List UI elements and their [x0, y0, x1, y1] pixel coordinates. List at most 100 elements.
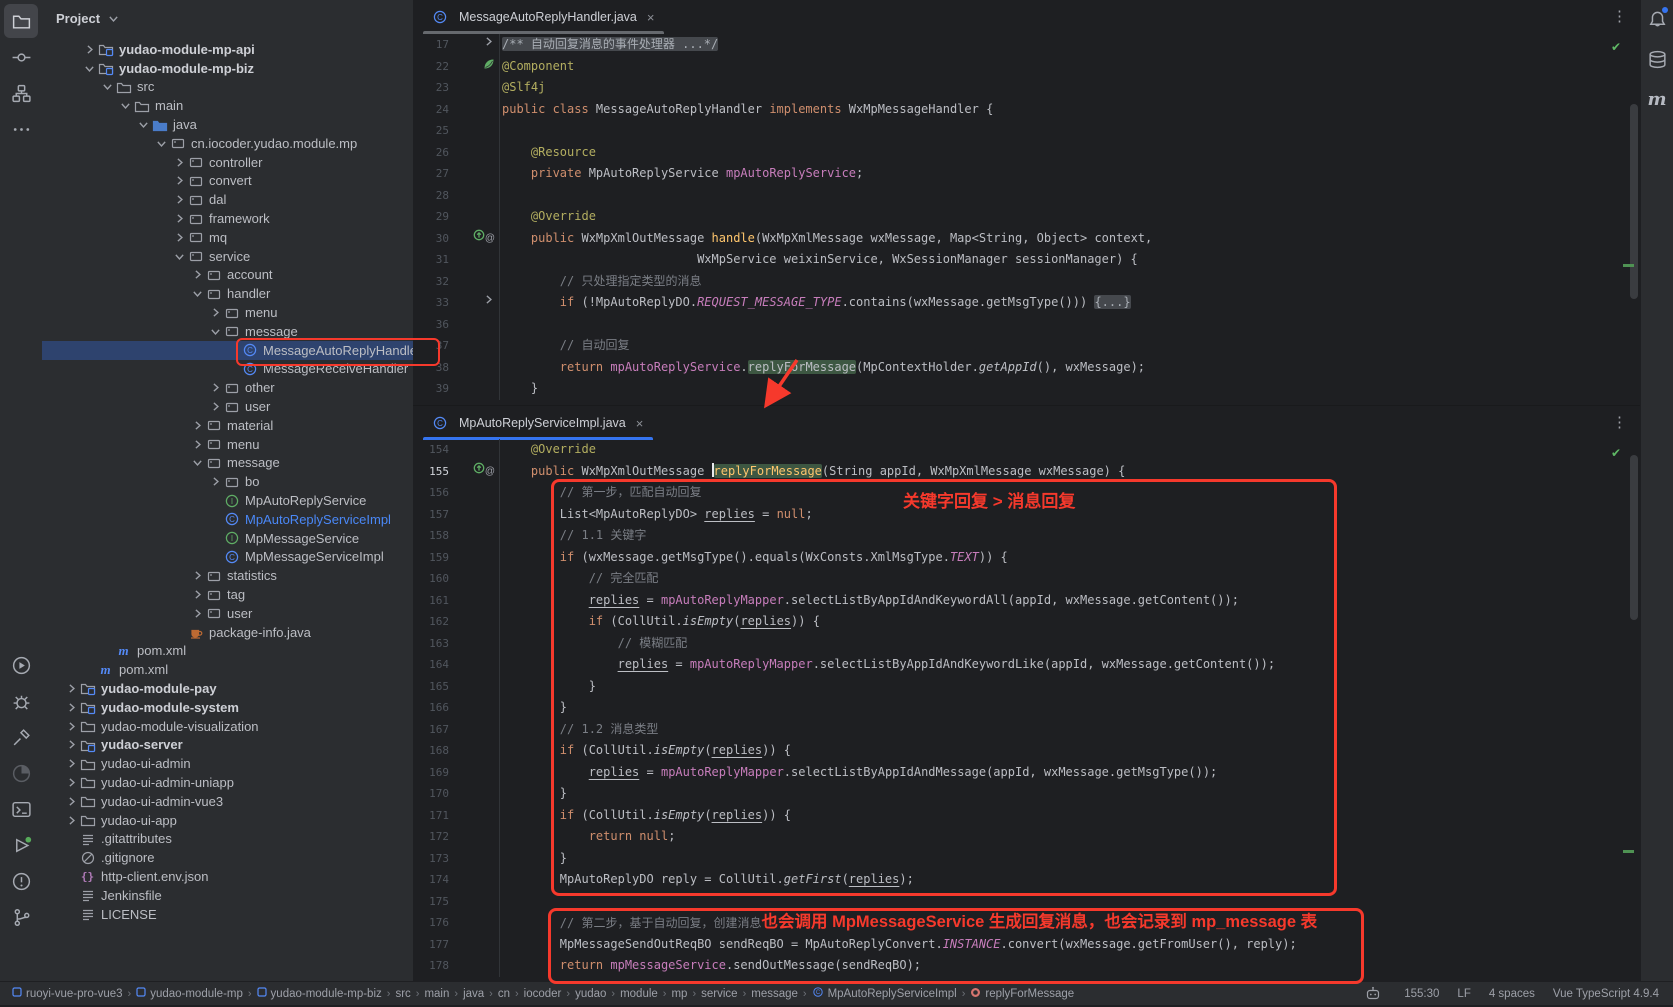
chevron-right-icon[interactable]: [64, 720, 79, 733]
tree-item-framework[interactable]: framework: [42, 209, 413, 228]
breadcrumb-item-message[interactable]: message: [751, 988, 798, 1000]
inspections-ok-icon[interactable]: ✔: [1611, 40, 1621, 54]
more-tools-button[interactable]: [4, 112, 38, 146]
tree-item-.gitignore[interactable]: .gitignore: [42, 848, 413, 867]
chevron-right-icon[interactable]: [190, 607, 205, 620]
chevron-right-icon[interactable]: [64, 814, 79, 827]
breadcrumb-item-module[interactable]: module: [620, 988, 658, 1000]
tree-item-handler[interactable]: handler: [42, 284, 413, 303]
tree-item-package-info.java[interactable]: package-info.java: [42, 623, 413, 642]
tree-item-menu[interactable]: menu: [42, 303, 413, 322]
close-icon[interactable]: ×: [636, 416, 644, 431]
tree-item-mq[interactable]: mq: [42, 228, 413, 247]
structure-tool-button[interactable]: [4, 76, 38, 110]
chevron-down-icon[interactable]: [190, 456, 205, 469]
overrides-method-icon[interactable]: @: [473, 227, 495, 250]
tree-item-dal[interactable]: dal: [42, 190, 413, 209]
chevron-down-icon[interactable]: [154, 137, 169, 150]
tree-item-yudao-module-system[interactable]: yudao-module-system: [42, 698, 413, 717]
chevron-right-icon[interactable]: [190, 268, 205, 281]
overrides-method-icon[interactable]: @: [473, 460, 495, 483]
tree-item-service[interactable]: service: [42, 247, 413, 266]
breadcrumb-item-main[interactable]: main: [424, 988, 449, 1000]
typescript-widget[interactable]: Vue TypeScript 4.9.4: [1553, 988, 1659, 1000]
chevron-right-icon[interactable]: [208, 400, 223, 413]
tree-item-http-client.env.json[interactable]: {}http-client.env.json: [42, 867, 413, 886]
tree-item-user[interactable]: user: [42, 604, 413, 623]
tree-item-account[interactable]: account: [42, 266, 413, 285]
tree-item-main[interactable]: main: [42, 96, 413, 115]
breadcrumb-item-MpAutoReplyServiceImpl[interactable]: CMpAutoReplyServiceImpl: [812, 986, 957, 1001]
tree-item-yudao-module-visualization[interactable]: yudao-module-visualization: [42, 717, 413, 736]
chevron-right-icon[interactable]: [172, 193, 187, 206]
commit-tool-button[interactable]: [4, 40, 38, 74]
indent-widget[interactable]: 4 spaces: [1489, 988, 1535, 1000]
chevron-down-icon[interactable]: [208, 325, 223, 338]
tree-item-statistics[interactable]: statistics: [42, 566, 413, 585]
chevron-right-icon[interactable]: [208, 475, 223, 488]
tree-item-java[interactable]: java: [42, 115, 413, 134]
tree-item-pom.xml[interactable]: mpom.xml: [42, 642, 413, 661]
chevron-right-icon[interactable]: [190, 569, 205, 582]
spring-bean-icon[interactable]: [483, 56, 495, 78]
tree-item-MpAutoReplyServiceImpl[interactable]: CMpAutoReplyServiceImpl: [42, 510, 413, 529]
chevron-right-icon[interactable]: [172, 174, 187, 187]
breadcrumb-item-yudao[interactable]: yudao: [575, 988, 606, 1000]
chevron-down-icon[interactable]: [190, 287, 205, 300]
breadcrumb-item-replyForMessage[interactable]: replyForMessage: [970, 987, 1074, 1001]
chevron-right-icon[interactable]: [64, 795, 79, 808]
tree-item-yudao-server[interactable]: yudao-server: [42, 735, 413, 754]
editor-options-icon[interactable]: ⋮: [1612, 413, 1627, 433]
chevron-right-icon[interactable]: [190, 419, 205, 432]
tree-item-MpAutoReplyService[interactable]: IMpAutoReplyService: [42, 491, 413, 510]
project-panel-header[interactable]: Project: [42, 0, 413, 36]
terminal-tool-button[interactable]: [4, 792, 38, 826]
chevron-right-icon[interactable]: [190, 438, 205, 451]
debug-tool-button[interactable]: [4, 684, 38, 718]
maven-tool-button[interactable]: m: [1644, 86, 1670, 112]
chevron-right-icon[interactable]: [64, 701, 79, 714]
tree-item-yudao-ui-admin-vue3[interactable]: yudao-ui-admin-vue3: [42, 792, 413, 811]
tree-item-controller[interactable]: controller: [42, 153, 413, 172]
chevron-right-icon[interactable]: [64, 776, 79, 789]
breadcrumb-item-cn[interactable]: cn: [498, 988, 510, 1000]
tree-item-bo[interactable]: bo: [42, 472, 413, 491]
chevron-right-icon[interactable]: [64, 682, 79, 695]
breadcrumb-item-ruoyi-vue-pro-vue3[interactable]: ruoyi-vue-pro-vue3: [12, 987, 123, 1000]
breadcrumb-item-src[interactable]: src: [395, 988, 410, 1000]
chevron-right-icon[interactable]: [172, 212, 187, 225]
problems-tool-button[interactable]: [4, 864, 38, 898]
tree-item-material[interactable]: material: [42, 416, 413, 435]
fold-arrow-icon[interactable]: [482, 34, 495, 56]
tree-item-menu[interactable]: menu: [42, 435, 413, 454]
database-tool-button[interactable]: [1644, 46, 1670, 72]
breadcrumb-item-mp[interactable]: mp: [671, 988, 687, 1000]
editor-options-icon[interactable]: ⋮: [1612, 7, 1627, 27]
breadcrumb-item-yudao-module-mp[interactable]: yudao-module-mp: [136, 987, 243, 1000]
bottom-editor-code[interactable]: 154 @Override155@ public WxMpXmlOutMessa…: [413, 439, 1641, 982]
breadcrumb-item-iocoder[interactable]: iocoder: [524, 988, 562, 1000]
breadcrumb-item-service[interactable]: service: [701, 988, 737, 1000]
top-editor-code[interactable]: 17/** 自动回复消息的事件处理器 ...*/22@Component23@S…: [413, 34, 1641, 405]
tree-item-convert[interactable]: convert: [42, 172, 413, 191]
chevron-right-icon[interactable]: [172, 231, 187, 244]
bottom-editor-scrollbar[interactable]: [1630, 455, 1638, 620]
tree-item-yudao-module-mp-api[interactable]: yudao-module-mp-api: [42, 40, 413, 59]
tree-item-yudao-ui-admin[interactable]: yudao-ui-admin: [42, 754, 413, 773]
chevron-down-icon[interactable]: [100, 80, 115, 93]
caret-position-widget[interactable]: 155:30: [1404, 988, 1439, 1000]
chevron-down-icon[interactable]: [172, 250, 187, 263]
build-tool-button[interactable]: [4, 720, 38, 754]
tab-message-auto-reply-handler[interactable]: C MessageAutoReplyHandler.java ×: [423, 0, 664, 34]
tree-item-.gitattributes[interactable]: .gitattributes: [42, 829, 413, 848]
tree-item-MpMessageService[interactable]: IMpMessageService: [42, 529, 413, 548]
chevron-right-icon[interactable]: [64, 738, 79, 751]
tree-item-pom.xml[interactable]: mpom.xml: [42, 660, 413, 679]
inspections-ok-icon[interactable]: ✔: [1611, 446, 1621, 460]
chevron-right-icon[interactable]: [82, 43, 97, 56]
tree-item-MessageAutoReplyHandler[interactable]: CMessageAutoReplyHandler: [42, 341, 413, 360]
line-separator-widget[interactable]: LF: [1457, 988, 1470, 1000]
version-control-tool-button[interactable]: [4, 900, 38, 934]
tree-item-src[interactable]: src: [42, 78, 413, 97]
chevron-right-icon[interactable]: [208, 381, 223, 394]
